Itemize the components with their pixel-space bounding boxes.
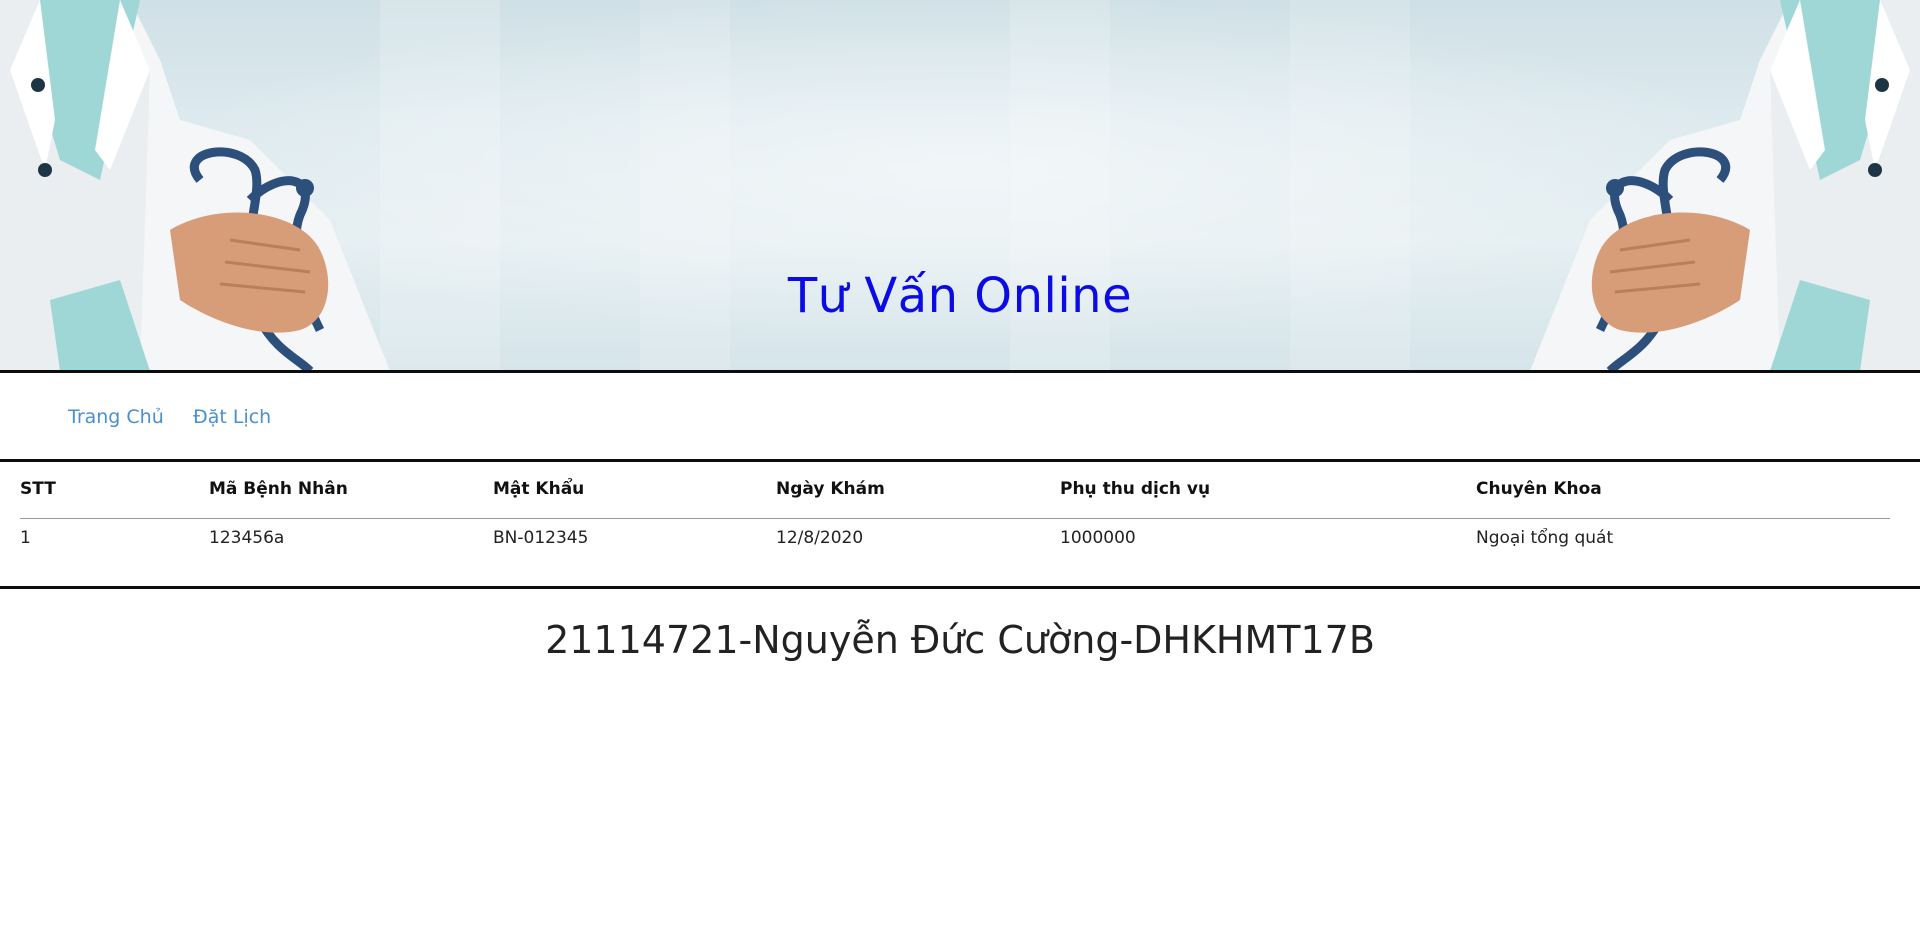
nav-link-home[interactable]: Trang Chủ <box>68 406 164 428</box>
header-banner: Tư Vấn Online <box>0 0 1920 371</box>
cell-specialty: Ngoại tổng quát <box>1476 528 1614 548</box>
divider <box>0 586 1920 589</box>
student-signature: 21114721-Nguyễn Đức Cường-DHKHMT17B <box>545 618 1375 662</box>
cell-stt: 1 <box>20 528 31 548</box>
divider <box>0 370 1920 373</box>
cell-service-fee: 1000000 <box>1060 528 1136 548</box>
nav-link-booking[interactable]: Đặt Lịch <box>193 406 271 428</box>
cell-password: BN-012345 <box>493 528 589 548</box>
cell-exam-date: 12/8/2020 <box>776 528 864 548</box>
main-nav: Trang Chủ Đặt Lịch <box>0 374 1920 460</box>
cell-patient-id: 123456a <box>209 528 285 548</box>
page-title: Tư Vấn Online <box>787 268 1133 324</box>
appointments-table: STT Mã Bệnh Nhân Mật Khẩu Ngày Khám Phụ … <box>20 462 1890 548</box>
table-row: 1 123456a BN-012345 12/8/2020 1000000 Ng… <box>20 462 1890 548</box>
